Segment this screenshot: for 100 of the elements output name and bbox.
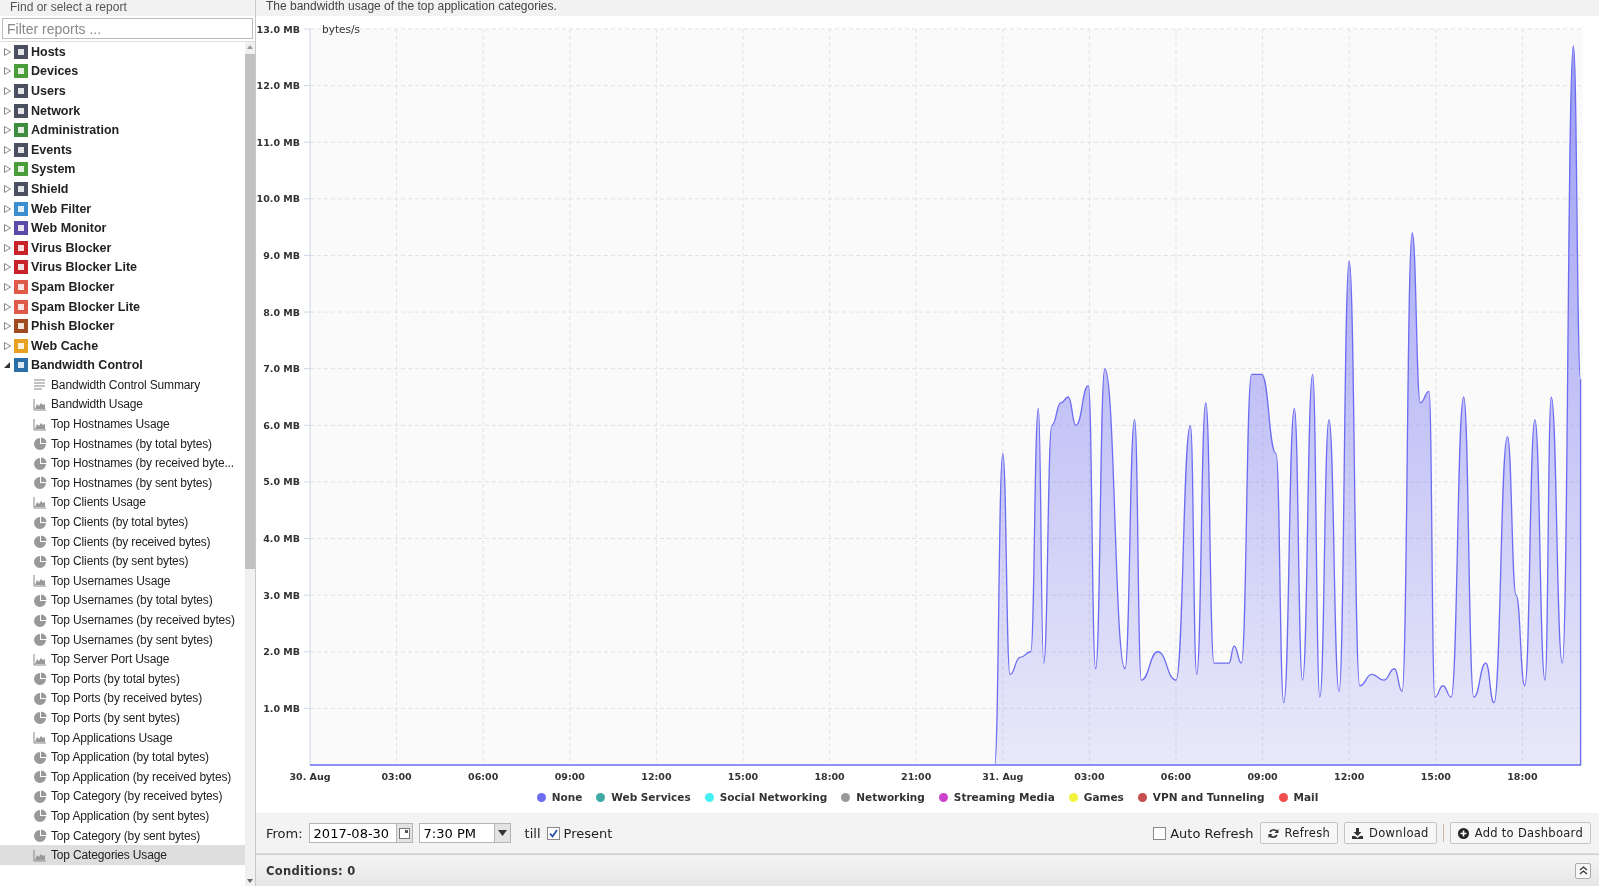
expand-triangle-icon[interactable] (4, 341, 11, 350)
x-tick-label: 06:00 (1160, 771, 1192, 782)
tree-item[interactable]: Top Hostnames Usage (0, 414, 245, 434)
pie-chart-icon (33, 711, 47, 725)
tree-item[interactable]: Top Category (by sent bytes) (0, 825, 245, 846)
expand-triangle-icon[interactable] (4, 106, 11, 115)
expand-triangle-icon[interactable] (4, 282, 11, 291)
pie-chart-icon (33, 476, 47, 490)
y-tick-label: 1.0 MB (263, 702, 300, 714)
tree-item[interactable]: Top Ports (by sent bytes) (0, 708, 245, 728)
y-tick-label: 4.0 MB (263, 533, 300, 545)
tree-item[interactable]: Top Usernames Usage (0, 571, 245, 591)
legend-label[interactable]: Social Networking (719, 791, 828, 803)
time-field[interactable]: 7:30 PM (418, 823, 495, 843)
pie-chart-icon (33, 554, 47, 568)
tree-item[interactable]: Bandwidth Usage (0, 394, 245, 415)
y-tick-label: 12.0 MB (256, 80, 300, 92)
tree-item[interactable]: Top Clients (by total bytes) (0, 512, 245, 532)
tree-item[interactable]: Web Cache (0, 335, 245, 356)
tree-item[interactable]: Top Application (by sent bytes) (0, 806, 245, 826)
expand-triangle-icon[interactable] (4, 204, 11, 213)
pie-chart-icon (33, 593, 47, 607)
app-icon (14, 84, 28, 98)
expand-triangle-icon[interactable] (4, 184, 11, 193)
app-icon (14, 181, 28, 196)
legend-label[interactable]: Networking (856, 791, 925, 803)
collapse-triangle-icon[interactable] (4, 361, 11, 370)
tree-item[interactable]: Hosts (0, 42, 245, 62)
tree-item[interactable]: Top Clients Usage (0, 492, 245, 513)
tree-item[interactable]: Network (0, 100, 245, 121)
tree-item[interactable]: Events (0, 139, 245, 160)
y-tick-label: 9.0 MB (263, 249, 300, 261)
tree-item[interactable]: Top Usernames (by total bytes) (0, 590, 245, 611)
tree-item[interactable]: Phish Blocker (0, 316, 245, 336)
collapse-button[interactable] (1575, 862, 1591, 879)
tree-item[interactable]: Bandwidth Control Summary (0, 375, 245, 395)
pie-chart-icon (33, 770, 47, 784)
scrollbar[interactable] (245, 42, 255, 886)
tree-item[interactable]: Top Category (by received bytes) (0, 786, 245, 807)
tree-item[interactable]: Spam Blocker Lite (0, 296, 245, 317)
date-field[interactable]: 2017-08-30 (308, 823, 397, 843)
tree-item[interactable]: Virus Blocker Lite (0, 257, 245, 278)
expand-triangle-icon[interactable] (4, 165, 11, 174)
legend-label[interactable]: Games (1083, 791, 1124, 803)
app-icon (14, 240, 28, 255)
pie-chart-icon (33, 809, 47, 823)
tree-item[interactable]: Virus Blocker (0, 237, 245, 258)
tree-item[interactable]: Bandwidth Control (0, 355, 245, 376)
download-button[interactable]: Download (1344, 822, 1437, 844)
tree-item[interactable]: Users (0, 81, 245, 101)
tree-item[interactable]: Shield (0, 179, 245, 199)
tree-item[interactable]: Top Application (by total bytes) (0, 747, 245, 767)
y-tick-label: 10.0 MB (256, 193, 300, 205)
tree-item[interactable]: Devices (0, 61, 245, 82)
pie-chart-icon (33, 515, 47, 529)
expand-triangle-icon[interactable] (4, 47, 11, 56)
tree-item[interactable]: Top Categories Usage (0, 845, 245, 865)
x-tick-label: 15:00 (1420, 771, 1451, 782)
expand-triangle-icon[interactable] (4, 67, 11, 76)
y-tick-label: 5.0 MB (263, 476, 300, 488)
expand-triangle-icon[interactable] (4, 145, 11, 154)
tree-item[interactable]: Top Applications Usage (0, 727, 245, 748)
tree-item[interactable]: Top Clients (by received bytes) (0, 531, 245, 552)
app-icon (14, 260, 28, 275)
refresh-button[interactable]: Refresh (1259, 822, 1339, 844)
tree-item[interactable]: Web Monitor (0, 218, 245, 238)
expand-triangle-icon[interactable] (4, 87, 11, 95)
tree-item[interactable]: Top Hostnames (by received byte... (0, 453, 245, 474)
expand-triangle-icon[interactable] (4, 126, 11, 135)
filter-field[interactable]: Filter reports ... (2, 18, 253, 39)
checkbox[interactable] (1153, 826, 1167, 840)
tree-item[interactable]: Top Hostnames (by sent bytes) (0, 473, 245, 493)
legend-label[interactable]: VPN and Tunneling (1152, 791, 1265, 803)
x-tick-label: 21:00 (901, 771, 932, 782)
checkbox[interactable] (546, 826, 560, 840)
legend-label[interactable]: Mail (1293, 791, 1319, 803)
tree-item[interactable]: Top Server Port Usage (0, 649, 245, 669)
tree-item[interactable]: Top Hostnames (by total bytes) (0, 433, 245, 454)
present-label: Present (563, 825, 613, 841)
tree-item[interactable]: Top Application (by received bytes) (0, 766, 245, 787)
tree-item[interactable]: Top Usernames (by received bytes) (0, 610, 245, 630)
tree-item[interactable]: Top Ports (by total bytes) (0, 669, 245, 689)
tree-item[interactable]: Top Ports (by received bytes) (0, 688, 245, 709)
tree-item[interactable]: Web Filter (0, 198, 245, 219)
legend-label[interactable]: None (551, 791, 583, 803)
expand-triangle-icon[interactable] (4, 302, 11, 311)
expand-triangle-icon[interactable] (4, 224, 11, 233)
tree-item[interactable]: System (0, 159, 245, 180)
tree-item[interactable]: Top Clients (by sent bytes) (0, 551, 245, 572)
x-tick-label: 03:00 (381, 771, 412, 782)
tree-item[interactable]: Administration (0, 120, 245, 140)
add-to-dashboard-button[interactable]: Add to Dashboard (1449, 822, 1591, 844)
pie-chart-icon (33, 535, 47, 549)
expand-triangle-icon[interactable] (4, 263, 11, 272)
expand-triangle-icon[interactable] (4, 243, 11, 252)
legend-label[interactable]: Web Services (611, 791, 691, 803)
expand-triangle-icon[interactable] (4, 322, 11, 331)
tree-item[interactable]: Spam Blocker (0, 277, 245, 297)
tree-item[interactable]: Top Usernames (by sent bytes) (0, 629, 245, 650)
legend-label[interactable]: Streaming Media (953, 791, 1055, 803)
